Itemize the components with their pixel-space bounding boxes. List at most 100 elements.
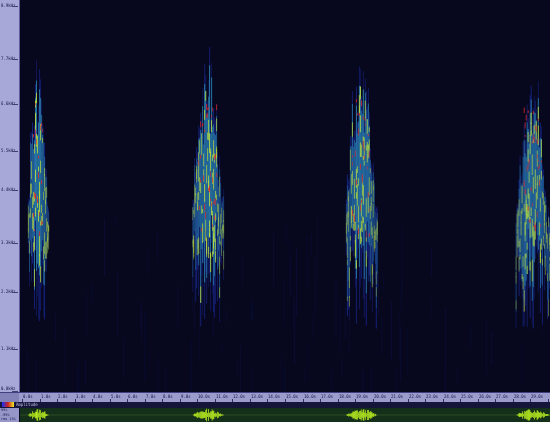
spectrogram-noise — [242, 253, 243, 288]
spectrogram-mid-band — [523, 140, 525, 301]
spectrogram-peak — [534, 224, 536, 232]
spectrogram-high-band — [209, 133, 211, 153]
spectrogram-noise — [41, 222, 43, 287]
spectrogram-high-band — [351, 171, 353, 185]
spectrogram-high-band — [360, 144, 362, 157]
spectrogram-high-band — [354, 240, 356, 258]
spectrogram-high-band — [27, 214, 29, 233]
spectrogram-high-band — [202, 208, 204, 213]
spectrogram-window: 8.9kHz 7.7kHz 6.6kHz 5.5kHz 4.4kHz 3.3kHz 2.2k… — [0, 0, 550, 422]
time-tick-label: 20.0s — [374, 394, 387, 399]
spectrogram-high-band — [48, 234, 50, 250]
spectrogram-high-band — [44, 260, 46, 272]
spectrogram-noise — [76, 367, 77, 392]
spectrogram-mid-band — [31, 143, 32, 257]
spectrogram-high-band — [353, 178, 355, 199]
spectrogram-high-band — [199, 140, 201, 154]
spectrogram-peak — [203, 175, 205, 181]
spectrogram-high-band — [221, 207, 223, 224]
spectrogram-high-band — [203, 153, 205, 167]
spectrogram-high-band — [32, 213, 33, 229]
spectrogram-high-band — [219, 287, 221, 298]
spectrogram-high-band — [517, 210, 519, 228]
spectrogram-noise — [114, 216, 116, 227]
spectrogram-high-band — [218, 204, 220, 226]
spectrogram-high-band — [520, 210, 522, 224]
spectrogram-peak — [356, 112, 358, 116]
spectrogram-noise — [252, 299, 254, 320]
spectrogram-peak — [527, 110, 529, 113]
spectrogram-high-band — [541, 191, 543, 199]
spectrogram-high-band — [351, 122, 353, 137]
spectrogram-high-band — [34, 236, 35, 251]
spectrogram-peak — [211, 202, 213, 207]
spectrogram-peak — [364, 118, 366, 122]
spectrogram-high-band — [34, 143, 35, 154]
spectrogram-high-band — [210, 253, 212, 272]
spectrogram-noise — [144, 311, 146, 381]
spectrogram-high-band — [223, 250, 225, 270]
spectrogram-noise — [104, 218, 105, 277]
spectrogram-noise — [307, 342, 309, 380]
spectrogram-high-band — [47, 237, 49, 248]
time-tick-label: 29.0s — [531, 394, 544, 399]
spectrogram-peak — [212, 107, 214, 112]
spectrogram-high-band — [519, 254, 521, 260]
spectrogram-noise — [382, 274, 384, 293]
spectrogram-high-band — [350, 210, 352, 229]
spectrogram-high-band — [527, 149, 529, 162]
spectrogram-high-band — [530, 112, 532, 124]
spectrogram-noise — [63, 327, 65, 384]
spectrogram-noise — [285, 225, 287, 244]
spectrogram-peak — [351, 161, 353, 166]
spectrogram-high-band — [532, 176, 534, 194]
spectrogram-peak — [527, 206, 529, 211]
spectrogram-high-band — [365, 250, 367, 267]
spectrogram-noise — [314, 256, 316, 318]
spectrogram-high-band — [538, 222, 540, 236]
spectrogram-high-band — [42, 137, 44, 143]
spectrogram-peak — [351, 209, 353, 217]
spectrogram-high-band — [46, 241, 48, 259]
spectrogram-high-band — [363, 160, 365, 166]
spectrogram-noise — [84, 358, 86, 387]
time-tick-label: 1.0s — [41, 394, 51, 399]
spectrogram-high-band — [370, 197, 372, 205]
spectrogram-high-band — [364, 223, 366, 231]
spectrogram-high-band — [352, 213, 354, 223]
spectrogram-high-band — [348, 267, 350, 288]
frequency-tick-mark — [12, 59, 18, 60]
spectrogram-high-band — [356, 166, 358, 173]
spectrogram-high-band — [527, 131, 529, 142]
spectrogram-high-band — [47, 221, 49, 228]
spectrogram-noise — [542, 281, 543, 340]
spectrogram-peak — [212, 177, 214, 183]
spectrogram-peak — [208, 107, 210, 110]
spectrogram-high-band — [38, 166, 39, 172]
spectrogram-noise — [399, 315, 401, 359]
spectrogram-peak — [532, 133, 534, 141]
time-tick-label: 4.0s — [93, 394, 103, 399]
spectrogram-noise — [289, 238, 291, 294]
spectrogram-high-band — [367, 144, 369, 150]
spectrogram-peak — [34, 229, 35, 232]
spectrogram-noise — [165, 364, 166, 392]
waveform-view[interactable] — [20, 408, 550, 422]
spectrogram-view[interactable] — [20, 0, 550, 392]
spectrogram-noise — [157, 229, 158, 262]
spectrogram-high-band — [374, 241, 376, 249]
spectrogram-peak — [536, 139, 538, 144]
spectrogram-peak — [535, 126, 537, 132]
spectrogram-high-band — [529, 134, 531, 155]
spectrogram-high-band — [194, 184, 196, 206]
spectrogram-noise — [226, 307, 227, 325]
spectrogram-noise — [310, 234, 312, 255]
spectrogram-high-band — [534, 169, 536, 189]
spectrogram-noise — [306, 234, 308, 288]
spectrogram-peak — [533, 221, 535, 225]
spectrogram-noise — [363, 367, 365, 392]
spectrogram-noise — [283, 277, 285, 319]
spectrogram-high-band — [208, 246, 210, 259]
colormap-swatch[interactable] — [2, 402, 14, 407]
spectrogram-high-band — [374, 229, 376, 241]
